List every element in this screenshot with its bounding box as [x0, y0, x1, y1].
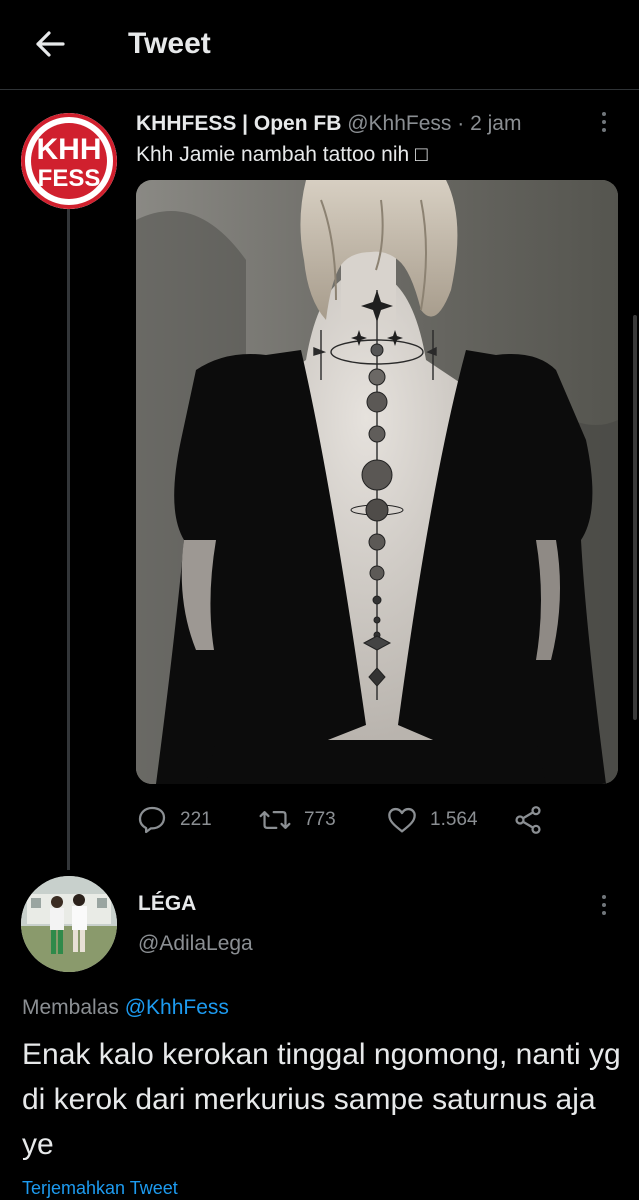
logo-text-bottom: FESS	[38, 165, 101, 192]
thread-connector	[67, 205, 70, 870]
author-handle[interactable]: @KhhFess	[347, 112, 451, 135]
like-count: 1.564	[430, 809, 478, 830]
tattoo-photo	[136, 180, 618, 784]
more-dots-icon	[602, 895, 606, 899]
reply-author-handle[interactable]: @AdilaLega	[138, 930, 253, 958]
tweet-header: KHHFESS | Open FB @KhhFess · 2 jam	[136, 110, 521, 138]
replying-to: Membalas @KhhFess	[22, 994, 229, 1022]
tweet-actions: 221 773 1.564	[136, 800, 618, 840]
reply-count: 221	[180, 809, 212, 830]
page-title: Tweet	[128, 27, 211, 60]
author-name[interactable]: KHHFESS | Open FB	[136, 112, 341, 135]
arrow-left-icon	[36, 31, 65, 57]
mention-link[interactable]: @KhhFess	[125, 996, 229, 1019]
reply-author-name[interactable]: LÉGA	[138, 890, 196, 918]
scrollbar[interactable]	[633, 315, 637, 720]
khhfess-logo: KHH FESS	[21, 113, 117, 209]
tweet-time[interactable]: · 2 jam	[457, 112, 521, 135]
retweet-count: 773	[304, 809, 336, 830]
avatar[interactable]	[21, 876, 117, 972]
profile-photo	[21, 876, 117, 972]
reply-more-options-button[interactable]	[592, 890, 616, 920]
back-button[interactable]	[30, 24, 70, 64]
reply-button[interactable]: 221	[136, 800, 212, 840]
more-options-button[interactable]	[592, 107, 616, 137]
heart-icon	[388, 807, 416, 833]
more-dots-icon	[602, 112, 606, 116]
tweet-text: Khh Jamie nambah tattoo nih □	[136, 143, 428, 166]
avatar[interactable]: KHH FESS	[21, 113, 117, 209]
like-button[interactable]: 1.564	[386, 800, 478, 840]
translate-tweet-link[interactable]: Terjemahkan Tweet	[22, 1176, 178, 1200]
retweet-button[interactable]: 773	[258, 800, 336, 840]
reply-text: Enak kalo kerokan tinggal ngomong, nanti…	[22, 1038, 621, 1161]
share-button[interactable]	[512, 800, 544, 840]
replying-prefix: Membalas	[22, 996, 119, 1019]
reply-icon	[138, 806, 166, 834]
top-bar: Tweet	[0, 0, 639, 90]
logo-text-top: KHH	[37, 133, 102, 166]
retweet-icon	[259, 811, 291, 829]
share-icon	[515, 806, 541, 834]
tweet-media-image[interactable]	[136, 180, 618, 784]
